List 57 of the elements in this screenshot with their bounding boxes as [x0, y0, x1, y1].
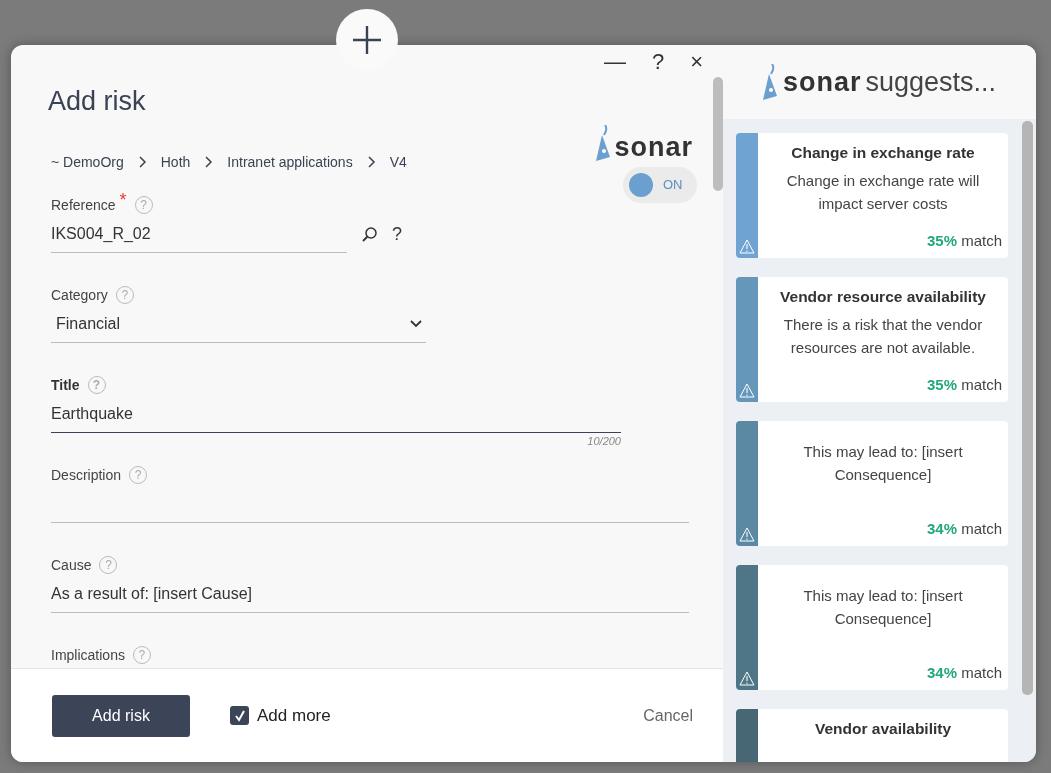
- warning-icon: [739, 671, 755, 686]
- suggestion-card[interactable]: Vendor resource availability There is a risk that the vendor resources are not available. 35% match: [736, 277, 1008, 402]
- suggestion-card[interactable]: This may lead to: [insert Consequence] 34% match: [736, 565, 1008, 690]
- warning-icon: [739, 383, 755, 398]
- select-field[interactable]: Financial: [51, 305, 426, 343]
- checkbox-label: Add more: [257, 704, 331, 727]
- minimize-button[interactable]: —: [597, 49, 632, 75]
- match-score: 34% match: [925, 518, 1002, 539]
- breadcrumb-link[interactable]: V4: [389, 151, 407, 173]
- card-text: There is a risk that the vendor resources are not available.: [782, 315, 984, 358]
- field-label: Title: [51, 375, 80, 395]
- text-field[interactable]: IKS004_R_02: [51, 215, 347, 253]
- close-button[interactable]: ×: [684, 49, 709, 75]
- match-score: 35% match: [925, 374, 1002, 395]
- card-text: Change in exchange rate will impact server costs: [785, 171, 981, 214]
- warning-icon: [739, 527, 755, 542]
- field-label: Reference: [51, 195, 116, 215]
- match-score: 35% match: [925, 230, 1002, 251]
- card-title: Change in exchange rate: [790, 143, 976, 163]
- add-risk-button[interactable]: Add risk: [52, 694, 190, 737]
- breadcrumb-link[interactable]: Hoth: [160, 151, 191, 173]
- field-label: Category: [51, 285, 108, 305]
- sonar-logo: sonar: [614, 134, 693, 161]
- suggestion-card[interactable]: Change in exchange rate Change in exchange rate will impact server costs 35% match: [736, 133, 1008, 258]
- card-text: This may lead to: [insert Consequence]: [802, 586, 964, 629]
- chevron-right-icon: [137, 155, 147, 169]
- sonar-logo: sonar: [783, 68, 862, 96]
- check-icon: [233, 709, 246, 722]
- suggestion-card[interactable]: Vendor availability: [736, 709, 1008, 762]
- cancel-link[interactable]: Cancel: [643, 703, 693, 728]
- card-title: Vendor availability: [813, 719, 953, 739]
- checkbox[interactable]: [230, 706, 249, 725]
- plus-icon: [351, 24, 383, 56]
- help-button[interactable]: ?: [392, 220, 402, 248]
- match-score: 34% match: [925, 662, 1002, 683]
- text-field[interactable]: As a result of: [insert Cause]: [51, 575, 689, 613]
- text-field[interactable]: Earthquake: [51, 395, 621, 433]
- sonar-logo-icon: [761, 64, 779, 100]
- search-icon: [361, 225, 378, 243]
- card-text: This may lead to: [insert Consequence]: [802, 442, 964, 485]
- chevron-right-icon: [366, 155, 376, 169]
- breadcrumb-link[interactable]: Intranet applications: [227, 151, 353, 173]
- field-label: Description: [51, 465, 122, 485]
- field-label: Implications: [51, 645, 125, 665]
- sonar-logo-icon: [594, 125, 613, 161]
- chevron-down-icon: [410, 319, 422, 328]
- suggestion-card[interactable]: This may lead to: [insert Consequence] 34% match: [736, 421, 1008, 546]
- field-label: Cause: [51, 555, 92, 575]
- chevron-right-icon: [204, 155, 214, 169]
- card-title: Vendor resource availability: [779, 287, 987, 307]
- help-button[interactable]: ?: [645, 49, 671, 75]
- character-counter: 10/200: [586, 433, 621, 449]
- dialog-title: Add risk: [48, 85, 147, 118]
- breadcrumb-link[interactable]: ~ DemoOrg: [51, 151, 124, 173]
- required-mark: *: [119, 194, 127, 205]
- panel-heading: suggests...: [865, 65, 997, 99]
- warning-icon: [739, 239, 755, 254]
